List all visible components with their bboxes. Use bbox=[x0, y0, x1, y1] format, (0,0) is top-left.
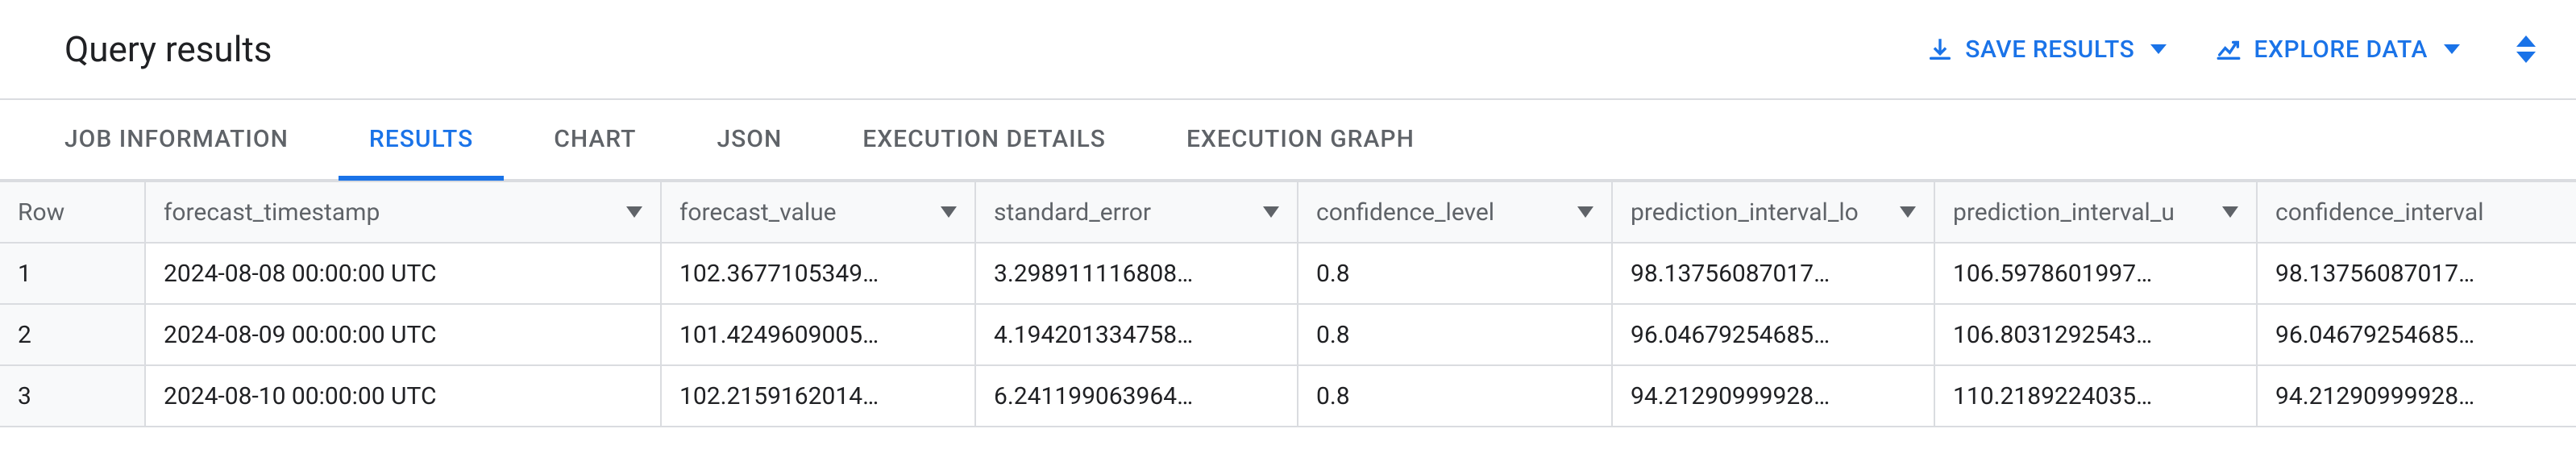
cell-forecast-value: 101.4249609005… bbox=[661, 304, 975, 365]
expand-collapse-button[interactable] bbox=[2516, 35, 2536, 63]
tab-json[interactable]: JSON bbox=[676, 98, 822, 179]
download-icon bbox=[1926, 35, 1954, 63]
tab-execution-graph[interactable]: EXECUTION GRAPH bbox=[1146, 98, 1455, 179]
table-row: 2 2024-08-09 00:00:00 UTC 101.4249609005… bbox=[0, 304, 2576, 365]
cell-forecast-timestamp: 2024-08-09 00:00:00 UTC bbox=[145, 304, 661, 365]
cell-prediction-lower: 98.13756087017… bbox=[1612, 243, 1934, 304]
col-header-prediction-interval-lower[interactable]: prediction_interval_lo bbox=[1612, 181, 1934, 243]
cell-confidence-level: 0.8 bbox=[1298, 304, 1612, 365]
col-header-row[interactable]: Row bbox=[0, 181, 145, 243]
cell-forecast-timestamp: 2024-08-08 00:00:00 UTC bbox=[145, 243, 661, 304]
sort-icon bbox=[2222, 206, 2238, 218]
table-row: 1 2024-08-08 00:00:00 UTC 102.3677105349… bbox=[0, 243, 2576, 304]
chevron-up-icon bbox=[2516, 35, 2536, 47]
tab-job-information[interactable]: JOB INFORMATION bbox=[64, 98, 329, 179]
table-row: 3 2024-08-10 00:00:00 UTC 102.2159162014… bbox=[0, 365, 2576, 427]
results-table: Row forecast_timestamp forecast_value st… bbox=[0, 181, 2576, 427]
col-header-prediction-interval-upper[interactable]: prediction_interval_u bbox=[1934, 181, 2257, 243]
results-header: Query results SAVE RESULTS EXPLORE DATA bbox=[0, 0, 2576, 100]
tab-results[interactable]: RESULTS bbox=[329, 98, 513, 179]
sort-icon bbox=[941, 206, 957, 218]
chevron-down-icon bbox=[2444, 44, 2460, 54]
explore-data-label: EXPLORE DATA bbox=[2254, 35, 2428, 64]
cell-prediction-lower: 94.21290999928… bbox=[1612, 365, 1934, 427]
sort-icon bbox=[1900, 206, 1916, 218]
cell-confidence-interval: 94.21290999928… bbox=[2257, 365, 2576, 427]
cell-confidence-level: 0.8 bbox=[1298, 365, 1612, 427]
cell-standard-error: 4.194201334758… bbox=[975, 304, 1298, 365]
col-header-standard-error[interactable]: standard_error bbox=[975, 181, 1298, 243]
save-results-label: SAVE RESULTS bbox=[1965, 35, 2134, 64]
explore-data-button[interactable]: EXPLORE DATA bbox=[2215, 35, 2460, 64]
chevron-down-icon bbox=[2150, 44, 2167, 54]
sort-icon bbox=[626, 206, 642, 218]
cell-confidence-interval: 96.04679254685… bbox=[2257, 304, 2576, 365]
cell-standard-error: 3.298911116808… bbox=[975, 243, 1298, 304]
save-results-button[interactable]: SAVE RESULTS bbox=[1926, 35, 2167, 64]
chevron-down-icon bbox=[2516, 52, 2536, 63]
row-number: 1 bbox=[0, 243, 145, 304]
cell-confidence-interval: 98.13756087017… bbox=[2257, 243, 2576, 304]
cell-prediction-upper: 106.8031292543… bbox=[1934, 304, 2257, 365]
cell-standard-error: 6.241199063964… bbox=[975, 365, 1298, 427]
sort-icon bbox=[1577, 206, 1593, 218]
cell-forecast-value: 102.3677105349… bbox=[661, 243, 975, 304]
cell-prediction-lower: 96.04679254685… bbox=[1612, 304, 1934, 365]
cell-forecast-value: 102.2159162014… bbox=[661, 365, 975, 427]
col-header-forecast-value[interactable]: forecast_value bbox=[661, 181, 975, 243]
page-title: Query results bbox=[64, 28, 272, 70]
col-header-forecast-timestamp[interactable]: forecast_timestamp bbox=[145, 181, 661, 243]
results-tabs: JOB INFORMATION RESULTS CHART JSON EXECU… bbox=[0, 100, 2576, 181]
sort-icon bbox=[1263, 206, 1279, 218]
tab-chart[interactable]: CHART bbox=[513, 98, 676, 179]
cell-forecast-timestamp: 2024-08-10 00:00:00 UTC bbox=[145, 365, 661, 427]
row-number: 3 bbox=[0, 365, 145, 427]
cell-confidence-level: 0.8 bbox=[1298, 243, 1612, 304]
cell-prediction-upper: 110.2189224035… bbox=[1934, 365, 2257, 427]
explore-chart-icon bbox=[2215, 35, 2242, 63]
col-header-confidence-interval[interactable]: confidence_interval bbox=[2257, 181, 2576, 243]
cell-prediction-upper: 106.5978601997… bbox=[1934, 243, 2257, 304]
col-header-confidence-level[interactable]: confidence_level bbox=[1298, 181, 1612, 243]
tab-execution-details[interactable]: EXECUTION DETAILS bbox=[822, 98, 1146, 179]
row-number: 2 bbox=[0, 304, 145, 365]
